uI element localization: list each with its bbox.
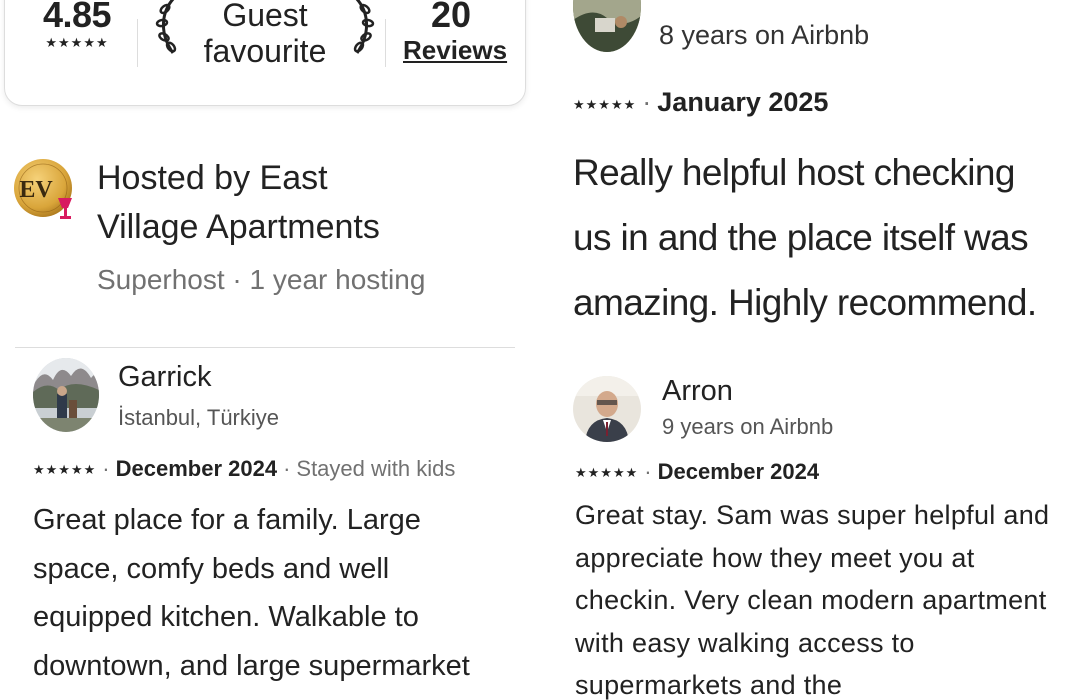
avatar-photo	[573, 0, 641, 52]
avatar-photo	[573, 376, 641, 442]
host-logo-text: EV	[19, 177, 53, 203]
stat-divider	[137, 19, 138, 67]
stat-divider	[385, 19, 386, 67]
avatar[interactable]	[33, 358, 99, 432]
guest-favourite-card: 4.85 ★★★★★ Guest favourite 20 Reviews	[4, 0, 526, 106]
review-date: December 2024	[657, 459, 820, 484]
review-text: Great stay. Sam was super helpful and ap…	[575, 500, 1050, 700]
review-meta-line: ★★★★★ · January 2025	[573, 87, 829, 117]
rating-summary: 4.85 ★★★★★	[31, 0, 123, 51]
rating-stars-icon: ★★★★★	[45, 35, 109, 50]
stay-type: Stayed with kids	[296, 456, 456, 481]
reviews-count: 20	[430, 0, 472, 35]
reviews-page: 4.85 ★★★★★ Guest favourite 20 Reviews EV…	[0, 0, 1080, 700]
guest-favourite-label: Guest favourite	[203, 0, 327, 69]
overall-rating: 4.85	[42, 0, 112, 35]
host-subtitle: Superhost · 1 year hosting	[97, 264, 426, 295]
reviewer-location: İstanbul, Türkiye	[118, 405, 280, 430]
star-icon: ★★★★★	[575, 465, 639, 480]
reviews-link[interactable]: Reviews	[403, 35, 507, 65]
laurel-left-icon	[155, 0, 177, 54]
reviewer-name: Arron	[662, 375, 733, 407]
review-text: Really helpful host checking us in and t…	[573, 152, 1037, 323]
star-icon: ★★★★★	[33, 462, 97, 477]
star-icon: ★★★★★	[573, 97, 637, 112]
host-logo-icon[interactable]: EV	[14, 150, 74, 226]
avatar[interactable]	[573, 0, 641, 52]
laurel-right-icon	[353, 0, 375, 54]
reviewer-tenure: 9 years on Airbnb	[662, 414, 834, 439]
reviewer-name: Garrick	[118, 361, 212, 393]
section-divider	[15, 347, 515, 348]
avatar-photo	[33, 358, 99, 432]
reviewer-tenure: 8 years on Airbnb	[659, 20, 870, 50]
review-text: Great place for a family. Large space, c…	[33, 504, 470, 682]
review-meta-line: ★★★★★ · December 2024 · Stayed with kids	[33, 456, 456, 481]
host-title: Hosted by East Village Apartments	[97, 159, 380, 246]
review-meta-line: ★★★★★ · December 2024	[575, 459, 820, 484]
reviews-summary[interactable]: 20 Reviews	[403, 0, 507, 65]
guest-favourite-badge: Guest favourite	[155, 0, 375, 69]
avatar[interactable]	[573, 376, 641, 442]
review-date: January 2025	[657, 87, 829, 117]
review-date: December 2024	[115, 456, 278, 481]
